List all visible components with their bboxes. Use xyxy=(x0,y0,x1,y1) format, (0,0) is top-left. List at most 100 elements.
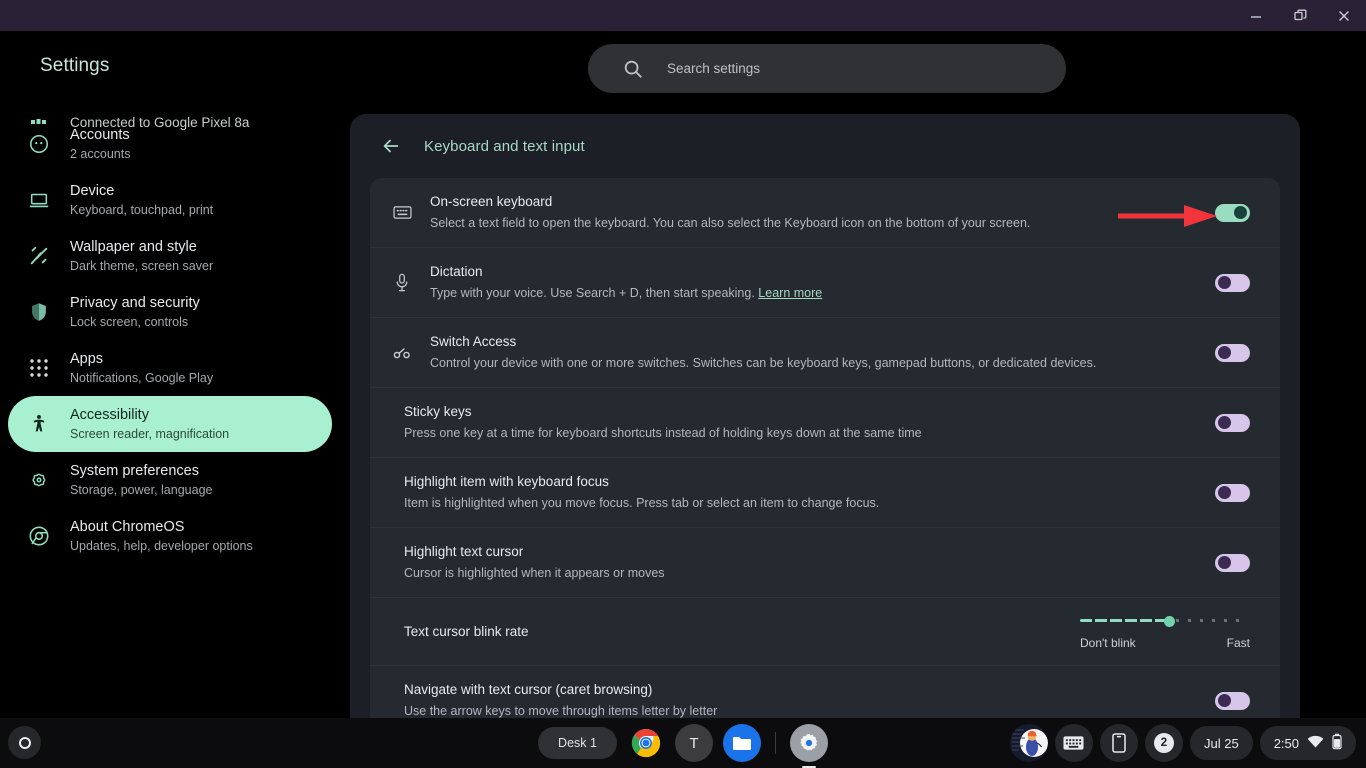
sidebar-item-accessibility[interactable]: Accessibility Screen reader, magnificati… xyxy=(8,396,332,452)
laptop-icon xyxy=(26,189,52,211)
notification-count: 2 xyxy=(1153,733,1174,753)
search-input[interactable]: Search settings xyxy=(588,44,1066,93)
row-highlight-text-cursor[interactable]: Highlight text cursor Cursor is highligh… xyxy=(370,528,1280,598)
sidebar-item-title: Apps xyxy=(70,350,104,367)
sidebar-item-wallpaper-and-style[interactable]: Wallpaper and style Dark theme, screen s… xyxy=(8,228,332,284)
terminal-app-label: T xyxy=(689,734,699,752)
shelf-divider xyxy=(774,732,776,754)
row-dictation[interactable]: Dictation Type with your voice. Use Sear… xyxy=(370,248,1280,318)
sidebar-item-device[interactable]: Device Keyboard, touchpad, print xyxy=(8,172,332,228)
toggle-knob xyxy=(1218,416,1231,429)
highlight-text-cursor-toggle[interactable] xyxy=(1215,553,1250,572)
annotation-arrow xyxy=(1118,205,1217,227)
slider-max-label: Fast xyxy=(1226,636,1250,650)
on-screen-keyboard-toggle[interactable] xyxy=(1215,203,1250,222)
sidebar-item-title: About ChromeOS xyxy=(70,518,185,535)
sidebar-item-subtitle: Lock screen, controls xyxy=(70,314,189,329)
sidebar-item-title: Privacy and security xyxy=(70,294,200,311)
row-subtitle-text: Type with your voice. Use Search + D, th… xyxy=(430,286,755,300)
shelf: Desk 1 T 2 Jul 25 2:50 xyxy=(0,718,1366,768)
phone-hub-icon[interactable] xyxy=(1099,724,1138,762)
row-subtitle: Control your device with one or more swi… xyxy=(430,356,1097,370)
row-title: Switch Access xyxy=(430,334,517,349)
onscreen-keyboard-icon[interactable] xyxy=(1054,724,1093,762)
sidebar-item-title: Device xyxy=(70,182,115,199)
subpage-title: Keyboard and text input xyxy=(424,137,585,155)
settings-app-icon[interactable] xyxy=(789,724,828,768)
settings-list-card: On-screen keyboard Select a text field t… xyxy=(370,178,1280,718)
row-title: Highlight text cursor xyxy=(404,544,524,559)
slider-track[interactable] xyxy=(1080,613,1250,629)
chromeos-screen: Settings Search settings Connected to Go… xyxy=(0,0,1366,768)
text-cursor-blink-rate-slider[interactable]: Don't blink Fast xyxy=(1080,613,1250,650)
caret-browsing-toggle[interactable] xyxy=(1215,691,1250,710)
sidebar-item-title: Accessibility xyxy=(70,406,149,423)
row-switch-access[interactable]: Switch Access Control your device with o… xyxy=(370,318,1280,388)
row-subtitle: Type with your voice. Use Search + D, th… xyxy=(430,283,1195,303)
terminal-app-icon[interactable]: T xyxy=(674,724,713,762)
row-title: On-screen keyboard xyxy=(430,194,553,209)
date-tray-button[interactable]: Jul 25 xyxy=(1189,726,1253,760)
sidebar-item-about-chromeos[interactable]: About ChromeOS Updates, help, developer … xyxy=(8,508,332,564)
slider-filled-track xyxy=(1080,619,1170,622)
back-arrow-icon[interactable] xyxy=(380,135,402,157)
sticky-keys-toggle[interactable] xyxy=(1215,413,1250,432)
sidebar-item-subtitle: Dark theme, screen saver xyxy=(70,258,214,273)
shield-icon xyxy=(26,301,52,323)
desk-button[interactable]: Desk 1 xyxy=(538,727,617,759)
switch-access-toggle[interactable] xyxy=(1215,343,1250,362)
row-title: Sticky keys xyxy=(404,404,472,419)
row-caret-browsing[interactable]: Navigate with text cursor (caret browsin… xyxy=(370,666,1280,718)
microphone-icon xyxy=(386,273,418,292)
toggle-knob xyxy=(1218,346,1231,359)
sidebar-item-title: Accounts xyxy=(70,126,130,143)
sidebar-item-subtitle: Storage, power, language xyxy=(70,482,213,497)
page-title: Settings xyxy=(40,55,110,76)
row-text-cursor-blink-rate[interactable]: Text cursor blink rate Don't blink Fast xyxy=(370,598,1280,666)
window-title-bar xyxy=(0,0,1366,31)
learn-more-link[interactable]: Learn more xyxy=(758,286,822,300)
slider-thumb[interactable] xyxy=(1164,615,1175,627)
sidebar-item-title: System preferences xyxy=(70,462,199,479)
sidebar-item-subtitle: Updates, help, developer options xyxy=(70,538,253,553)
sidebar-item-title: Wallpaper and style xyxy=(70,238,197,255)
sidebar-item-apps[interactable]: Apps Notifications, Google Play xyxy=(8,340,332,396)
sidebar-item-subtitle: Keyboard, touchpad, print xyxy=(70,202,214,217)
sidebar-item-privacy-and-security[interactable]: Privacy and security Lock screen, contro… xyxy=(8,284,332,340)
sidebar-item-subtitle: Notifications, Google Play xyxy=(70,370,214,385)
chrome-app-icon[interactable] xyxy=(627,724,665,762)
avatar[interactable] xyxy=(1009,724,1048,762)
close-button[interactable] xyxy=(1322,0,1366,31)
dictation-toggle[interactable] xyxy=(1215,273,1250,292)
slider-min-label: Don't blink xyxy=(1080,636,1136,650)
wifi-icon xyxy=(1307,735,1324,751)
sidebar-item-accounts[interactable]: Accounts 2 accounts xyxy=(8,116,332,172)
grid-apps-icon xyxy=(26,358,52,378)
system-tray-button[interactable]: 2:50 xyxy=(1259,726,1356,760)
accessibility-icon xyxy=(26,413,52,435)
settings-window: Settings Search settings Connected to Go… xyxy=(0,31,1366,718)
minimize-button[interactable] xyxy=(1234,0,1278,31)
battery-icon xyxy=(1332,733,1342,753)
toggle-knob xyxy=(1218,556,1231,569)
date-label: Jul 25 xyxy=(1203,735,1239,751)
restore-button[interactable] xyxy=(1278,0,1322,31)
search-icon xyxy=(622,58,644,80)
sidebar-item-subtitle: Screen reader, magnification xyxy=(70,426,230,441)
row-sticky-keys[interactable]: Sticky keys Press one key at a time for … xyxy=(370,388,1280,458)
files-app-icon[interactable] xyxy=(722,724,761,762)
row-title: Text cursor blink rate xyxy=(404,623,529,639)
row-highlight-item-keyboard-focus[interactable]: Highlight item with keyboard focus Item … xyxy=(370,458,1280,528)
settings-sidebar: Connected to Google Pixel 8a Accounts 2 … xyxy=(0,104,348,718)
subpage-header: Keyboard and text input xyxy=(350,114,1300,178)
brush-icon xyxy=(26,245,52,267)
highlight-keyboard-focus-toggle[interactable] xyxy=(1215,483,1250,502)
toggle-knob xyxy=(1234,206,1247,219)
sidebar-item-system-preferences[interactable]: System preferences Storage, power, langu… xyxy=(8,452,332,508)
notification-counter[interactable]: 2 xyxy=(1144,724,1183,762)
row-title: Dictation xyxy=(430,264,483,279)
toggle-knob xyxy=(1218,276,1231,289)
search-placeholder: Search settings xyxy=(667,61,761,76)
toggle-knob xyxy=(1218,694,1231,707)
switch-access-icon xyxy=(386,347,418,359)
